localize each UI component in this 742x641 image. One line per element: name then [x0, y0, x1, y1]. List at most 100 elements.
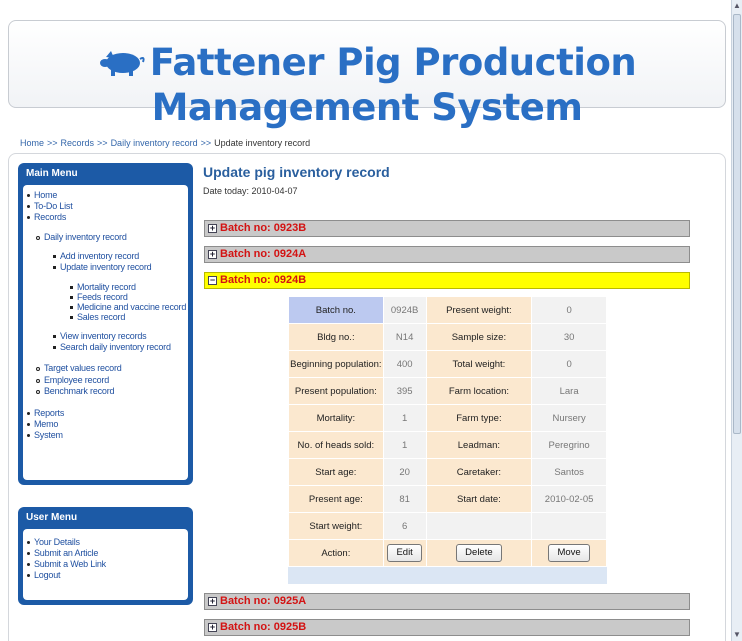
bullet-icon [70, 316, 73, 320]
total-weight-label: Total weight: [425, 350, 533, 378]
scrollbar-thumb[interactable] [733, 14, 741, 434]
menu-item-label: Employee record [44, 375, 110, 385]
bullet-icon [27, 216, 30, 220]
menu-item-update-inventory[interactable]: Update inventory record [53, 262, 152, 272]
menu-item-label: Search daily inventory record [60, 342, 171, 352]
breadcrumb-records[interactable]: Records [61, 138, 95, 148]
bullet-icon [36, 378, 40, 383]
menu-item-your-details[interactable]: Your Details [27, 537, 80, 547]
heads-sold-value: 1 [382, 431, 427, 459]
menu-item-submit-weblink[interactable]: Submit a Web Link [27, 559, 106, 569]
expand-icon[interactable]: + [208, 597, 217, 606]
menu-item-todo[interactable]: To-Do List [27, 201, 73, 211]
breadcrumb-separator: >> [97, 138, 108, 148]
menu-item-sales[interactable]: Sales record [70, 312, 125, 322]
batch-bar-0925b[interactable]: + Batch no: 0925B [204, 619, 690, 636]
bullet-icon [36, 366, 40, 371]
batch-label: Batch no: 0925A [220, 595, 307, 607]
menu-item-target-values[interactable]: Target values record [36, 363, 122, 373]
menu-item-logout[interactable]: Logout [27, 570, 61, 580]
vertical-scrollbar[interactable]: ▲ ▼ [731, 0, 742, 641]
batch-bar-0925a[interactable]: + Batch no: 0925A [204, 593, 690, 610]
batch-bar-0923b[interactable]: + Batch no: 0923B [204, 220, 690, 237]
sample-size-label: Sample size: [425, 323, 533, 351]
table-row: Present population: 395 Farm location: L… [288, 377, 607, 405]
menu-item-daily-inventory[interactable]: Daily inventory record [36, 232, 127, 242]
start-date-value: 2010-02-05 [531, 485, 607, 513]
bldg-value: N14 [382, 323, 427, 351]
breadcrumb-daily-inventory[interactable]: Daily inventory record [111, 138, 198, 148]
menu-item-label: View inventory records [60, 331, 147, 341]
menu-item-label: Benchmark record [44, 386, 115, 396]
menu-item-add-inventory[interactable]: Add inventory record [53, 251, 139, 261]
bullet-icon [53, 335, 56, 339]
menu-item-medicine[interactable]: Medicine and vaccine record [70, 302, 186, 312]
move-cell: Move [531, 539, 607, 567]
bullet-icon [70, 306, 73, 310]
menu-item-label: Add inventory record [60, 251, 140, 261]
bullet-icon [27, 412, 30, 416]
bullet-icon [53, 346, 56, 350]
pig-icon [98, 43, 146, 86]
bullet-icon [53, 255, 56, 259]
empty-cell [425, 512, 533, 540]
menu-item-system[interactable]: System [27, 430, 63, 440]
collapse-icon[interactable]: − [208, 276, 217, 285]
app-title: Fattener Pig Production Management Syste… [9, 41, 725, 129]
beginning-population-value: 400 [382, 350, 427, 378]
menu-item-memo[interactable]: Memo [27, 419, 58, 429]
menu-item-employee[interactable]: Employee record [36, 375, 109, 385]
start-weight-value: 6 [382, 512, 427, 540]
bullet-icon [70, 286, 73, 290]
app-title-text: Fattener Pig Production Management Syste… [149, 41, 637, 129]
table-row: No. of heads sold: 1 Leadman: Peregrino [288, 431, 607, 459]
date-today: Date today: 2010-04-07 [203, 186, 298, 196]
start-age-value: 20 [382, 458, 427, 486]
menu-item-reports[interactable]: Reports [27, 408, 64, 418]
menu-item-benchmark[interactable]: Benchmark record [36, 386, 115, 396]
menu-item-feeds[interactable]: Feeds record [70, 292, 128, 302]
edit-button[interactable]: Edit [387, 544, 422, 562]
scroll-down-arrow-icon[interactable]: ▼ [732, 629, 742, 641]
page: Fattener Pig Production Management Syste… [0, 0, 731, 641]
menu-item-label: Memo [34, 419, 59, 429]
table-row: Mortality: 1 Farm type: Nursery [288, 404, 607, 432]
table-row: Present age: 81 Start date: 2010-02-05 [288, 485, 607, 513]
present-age-label: Present age: [288, 485, 384, 513]
table-row: Beginning population: 400 Total weight: … [288, 350, 607, 378]
menu-item-label: Records [34, 212, 67, 222]
expand-icon[interactable]: + [208, 250, 217, 259]
leadman-value: Peregrino [531, 431, 607, 459]
expand-icon[interactable]: + [208, 224, 217, 233]
bullet-icon [53, 266, 56, 270]
menu-item-search-daily[interactable]: Search daily inventory record [53, 342, 171, 352]
bullet-icon [27, 574, 30, 578]
move-button[interactable]: Move [548, 544, 590, 562]
bldg-label: Bldg no.: [288, 323, 384, 351]
menu-item-view-inventory[interactable]: View inventory records [53, 331, 147, 341]
menu-item-label: Your Details [34, 537, 80, 547]
caretaker-label: Caretaker: [425, 458, 533, 486]
batch-label: Batch no: 0923B [220, 222, 307, 234]
expand-icon[interactable]: + [208, 623, 217, 632]
delete-button[interactable]: Delete [456, 544, 502, 562]
menu-item-label: Logout [34, 570, 61, 580]
menu-item-records[interactable]: Records [27, 212, 66, 222]
batch-label: Batch no: 0925B [220, 621, 307, 633]
present-weight-label: Present weight: [425, 296, 533, 324]
menu-item-mortality[interactable]: Mortality record [70, 282, 136, 292]
breadcrumb-home[interactable]: Home [20, 138, 44, 148]
menu-item-label: Sales record [77, 312, 126, 322]
user-menu-title: User Menu [26, 512, 78, 523]
main-menu: Main Menu Home To-Do List Records Daily … [18, 163, 193, 485]
bullet-icon [27, 552, 30, 556]
menu-item-submit-article[interactable]: Submit an Article [27, 548, 98, 558]
menu-item-label: Medicine and vaccine record [77, 302, 187, 312]
batch-bar-0924a[interactable]: + Batch no: 0924A [204, 246, 690, 263]
scroll-up-arrow-icon[interactable]: ▲ [732, 0, 742, 12]
batch-bar-0924b[interactable]: − Batch no: 0924B [204, 272, 690, 289]
start-date-label: Start date: [425, 485, 533, 513]
batch-no-value: 0924B [382, 296, 427, 324]
main-menu-title: Main Menu [26, 168, 78, 179]
menu-item-home[interactable]: Home [27, 190, 57, 200]
